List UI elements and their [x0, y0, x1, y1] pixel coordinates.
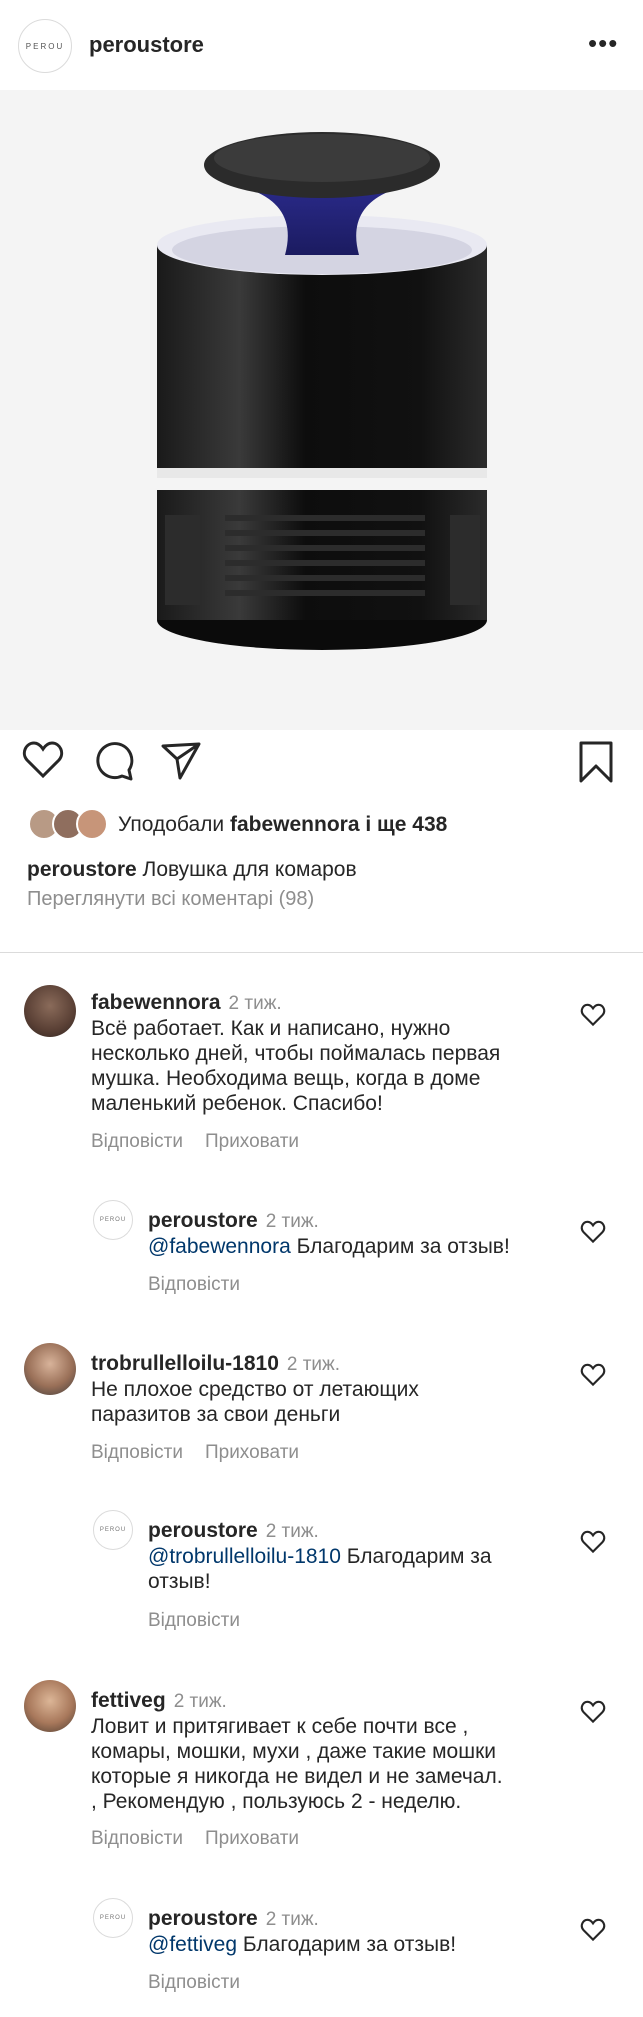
- mosquito-trap-image: [0, 90, 643, 730]
- logo-text: PEROU: [25, 41, 65, 51]
- liker-avatar: [76, 808, 108, 840]
- reply-button[interactable]: Відповісти: [91, 1828, 183, 1849]
- reply-comment: PEROU peroustore 2 тиж. @fettiveg Благода…: [0, 1898, 643, 2008]
- comment-body: peroustore 2 тиж. @trobrullelloilu-1810 Б…: [148, 1518, 568, 1594]
- bookmark-icon[interactable]: [578, 740, 614, 784]
- comment: fabewennora 2 тиж. Всё работает. Как и на…: [0, 985, 643, 1155]
- reply-button[interactable]: Відповісти: [91, 1131, 183, 1152]
- comment-line: Благодарим за отзыв!: [237, 1933, 457, 1956]
- comment-username[interactable]: fettiveg: [91, 1689, 166, 1712]
- likes-user[interactable]: fabewennora: [230, 813, 360, 836]
- comment-username[interactable]: peroustore: [148, 1907, 258, 1930]
- like-comment-heart-icon[interactable]: [580, 1003, 606, 1027]
- comment-body: fabewennora 2 тиж. Всё работает. Как и на…: [91, 990, 561, 1116]
- avatar[interactable]: PEROU: [93, 1510, 133, 1550]
- likes-count[interactable]: і ще 438: [365, 813, 447, 836]
- avatar[interactable]: [24, 1680, 76, 1732]
- avatar-logo-text: PEROU: [99, 1915, 127, 1921]
- reply-button[interactable]: Відповісти: [148, 1274, 240, 1295]
- avatar-logo-text: PEROU: [99, 1217, 127, 1223]
- hide-button[interactable]: Приховати: [205, 1442, 299, 1463]
- comment-actions: Відповісти Приховати: [91, 1828, 321, 1850]
- comment-time: 2 тиж.: [265, 1521, 319, 1542]
- header-username[interactable]: peroustore: [89, 32, 204, 58]
- comment-line: маленький ребенок. Спасибо!: [91, 1092, 383, 1115]
- comment-line: Ловит и притягивает к себе почти все ,: [91, 1715, 469, 1738]
- comment-actions: Відповісти Приховати: [91, 1442, 321, 1464]
- comment-time: 2 тиж.: [265, 1909, 319, 1930]
- caption-text: Ловушка для комаров: [142, 858, 357, 881]
- comment-actions: Відповісти Приховати: [91, 1131, 321, 1153]
- likes-text: Уподобали fabewennora і ще 438: [118, 813, 447, 837]
- comment-line: отзыв!: [148, 1570, 211, 1593]
- comment-body: peroustore 2 тиж. @fettiveg Благодарим за…: [148, 1906, 568, 1957]
- post-caption: peroustore Ловушка для комаров: [27, 858, 357, 882]
- like-comment-heart-icon[interactable]: [580, 1700, 606, 1724]
- reply-comment: PEROU peroustore 2 тиж. @trobrullelloilu-…: [0, 1510, 643, 1640]
- comment-line: Благодарим за: [340, 1545, 492, 1568]
- comment-actions: Відповісти: [148, 1972, 262, 1994]
- reply-button[interactable]: Відповісти: [148, 1610, 240, 1631]
- reply-button[interactable]: Відповісти: [91, 1442, 183, 1463]
- avatar[interactable]: PEROU: [93, 1898, 133, 1938]
- avatar[interactable]: [24, 1343, 76, 1395]
- likes-summary[interactable]: Уподобали fabewennora і ще 438: [0, 808, 643, 844]
- hide-button[interactable]: Приховати: [205, 1828, 299, 1849]
- like-comment-heart-icon[interactable]: [580, 1530, 606, 1554]
- comment-username[interactable]: fabewennora: [91, 991, 221, 1014]
- comment-actions: Відповісти: [148, 1274, 262, 1296]
- comment-actions: Відповісти: [148, 1610, 262, 1632]
- store-avatar[interactable]: PEROU: [18, 19, 72, 73]
- comment-line: Всё работает. Как и написано, нужно: [91, 1017, 451, 1040]
- avatar-logo-text: PEROU: [99, 1527, 127, 1533]
- reply-button[interactable]: Відповісти: [148, 1972, 240, 1993]
- comment-body: fettiveg 2 тиж. Ловит и притягивает к себ…: [91, 1688, 571, 1814]
- comment-body: peroustore 2 тиж. @fabewennora Благодарим…: [148, 1208, 568, 1259]
- comment-line: Благодарим за отзыв!: [290, 1235, 510, 1258]
- comment-line: паразитов за свои деньги: [91, 1403, 341, 1426]
- comment-line: комары, мошки, мухи , даже такие мошки: [91, 1740, 496, 1763]
- like-comment-heart-icon[interactable]: [580, 1918, 606, 1942]
- likes-prefix: Уподобали: [118, 813, 225, 836]
- post-actions: [0, 740, 643, 800]
- comment-line: несколько дней, чтобы поймалась первая: [91, 1042, 501, 1065]
- avatar[interactable]: PEROU: [93, 1200, 133, 1240]
- comment-line: , Рекомендую , пользуюсь 2 - неделю.: [91, 1790, 462, 1813]
- comment-line: которые я никогда не видел и не замечал.: [91, 1765, 503, 1788]
- comment-line: Не плохое средство от летающих: [91, 1378, 419, 1401]
- comment-time: 2 тиж.: [286, 1354, 341, 1375]
- hide-button[interactable]: Приховати: [205, 1131, 299, 1152]
- share-icon[interactable]: [160, 740, 202, 782]
- like-comment-heart-icon[interactable]: [580, 1220, 606, 1244]
- comment-icon[interactable]: [92, 740, 134, 782]
- comment-time: 2 тиж.: [173, 1691, 227, 1712]
- view-all-comments-link[interactable]: Переглянути всі коментарі (98): [27, 888, 314, 911]
- more-horizontal-icon[interactable]: •••: [588, 30, 618, 56]
- avatar[interactable]: [24, 985, 76, 1037]
- comment-username[interactable]: peroustore: [148, 1519, 258, 1542]
- reply-comment: PEROU peroustore 2 тиж. @fabewennora Благ…: [0, 1200, 643, 1300]
- mention-link[interactable]: @fettiveg: [148, 1933, 237, 1956]
- comment-username[interactable]: peroustore: [148, 1209, 258, 1232]
- mention-link[interactable]: @fabewennora: [148, 1235, 291, 1258]
- comment-body: trobrullelloilu-1810 2 тиж. Не плохое сре…: [91, 1351, 561, 1427]
- divider: [0, 952, 643, 953]
- caption-username[interactable]: peroustore: [27, 858, 137, 881]
- comment: fettiveg 2 тиж. Ловит и притягивает к себ…: [0, 1680, 643, 1855]
- post-photo[interactable]: [0, 90, 643, 730]
- comment-time: 2 тиж.: [265, 1211, 319, 1232]
- like-comment-heart-icon[interactable]: [580, 1363, 606, 1387]
- comment-username[interactable]: trobrullelloilu-1810: [91, 1352, 279, 1375]
- comment: trobrullelloilu-1810 2 тиж. Не плохое сре…: [0, 1343, 643, 1473]
- post-header: PEROU peroustore •••: [0, 0, 643, 90]
- heart-icon[interactable]: [22, 740, 64, 780]
- mention-link[interactable]: @trobrullelloilu-1810: [148, 1545, 341, 1568]
- comment-time: 2 тиж.: [228, 993, 282, 1014]
- comment-line: мушка. Необходима вещь, когда в доме: [91, 1067, 481, 1090]
